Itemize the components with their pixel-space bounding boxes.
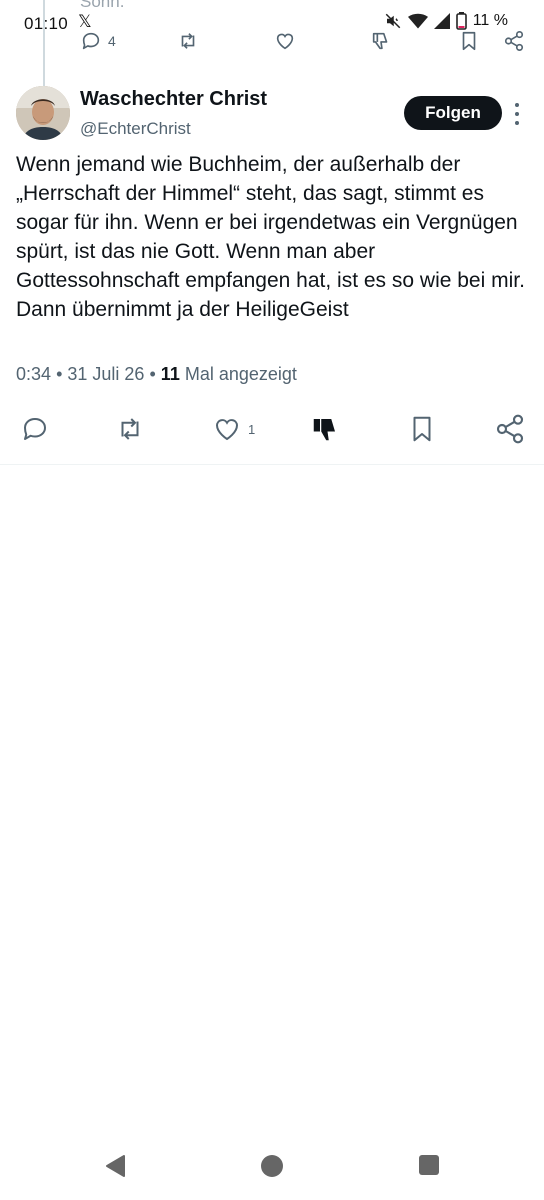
like-button[interactable]: 1 [212,408,255,450]
view-label: Mal angezeigt [184,364,297,384]
signal-icon [433,13,450,29]
prev-like-button[interactable] [274,30,296,52]
tweet-actions: 1 [0,408,544,450]
meta-separator: • [56,364,63,384]
home-circle-icon [261,1155,283,1177]
bookmark-button[interactable] [407,408,437,450]
screen: Sohn. 01:10 𝕏 11 % 4 Waschechter Christ … [0,0,544,1200]
back-triangle-icon [106,1155,125,1177]
bookmark-icon [462,31,476,51]
meta-separator: • [149,364,156,384]
like-count: 1 [248,421,256,437]
reply-icon [24,418,46,440]
thumbs-down-icon [313,419,335,441]
heart-icon [276,33,294,50]
reply-button[interactable] [20,408,50,450]
mute-icon [384,12,402,30]
home-button[interactable] [260,1154,284,1183]
status-icons: 11 % [384,12,508,30]
divider [0,464,544,465]
heart-icon [215,419,239,441]
dislike-button[interactable] [310,408,340,450]
wifi-icon [407,13,428,29]
prev-dislike-button[interactable] [370,30,392,52]
tweet-meta: 0:34 • 31 Juli 26 • 11 Mal angezeigt [16,364,297,385]
view-count: 11 [160,364,180,384]
battery-icon [455,12,467,30]
follow-button[interactable]: Folgen [404,96,502,130]
thumbs-down-outline-icon [372,32,388,50]
more-options-icon[interactable] [512,103,522,125]
prev-reply-count: 4 [108,33,116,49]
bookmark-icon [413,416,431,442]
tweet-time: 0:34 [16,364,52,384]
author-name[interactable]: Waschechter Christ [80,88,267,111]
prev-share-button[interactable] [503,30,525,52]
share-icon [496,414,524,444]
share-button[interactable] [494,408,526,450]
back-button[interactable] [104,1154,126,1183]
author-handle[interactable]: @EchterChrist [80,119,191,139]
x-app-icon: 𝕏 [78,12,92,31]
battery-percent: 11 % [472,12,508,29]
recents-square-icon [419,1155,439,1175]
prev-reply-button[interactable]: 4 [80,30,116,52]
share-icon [504,31,524,51]
prev-retweet-button[interactable] [176,30,200,52]
reply-icon [82,32,100,50]
retweet-icon [181,33,195,49]
tweet-date: 31 Juli 26 [67,364,145,384]
retweet-button[interactable] [114,408,146,450]
avatar[interactable] [16,86,70,140]
retweet-icon [121,418,139,440]
prev-bookmark-button[interactable] [458,30,480,52]
recents-button[interactable] [418,1154,440,1181]
navigation-bar [0,1136,544,1200]
previous-tweet-actions: 4 [0,30,544,58]
tweet-text: Wenn jemand wie Buchheim, der außerhalb … [16,153,525,321]
